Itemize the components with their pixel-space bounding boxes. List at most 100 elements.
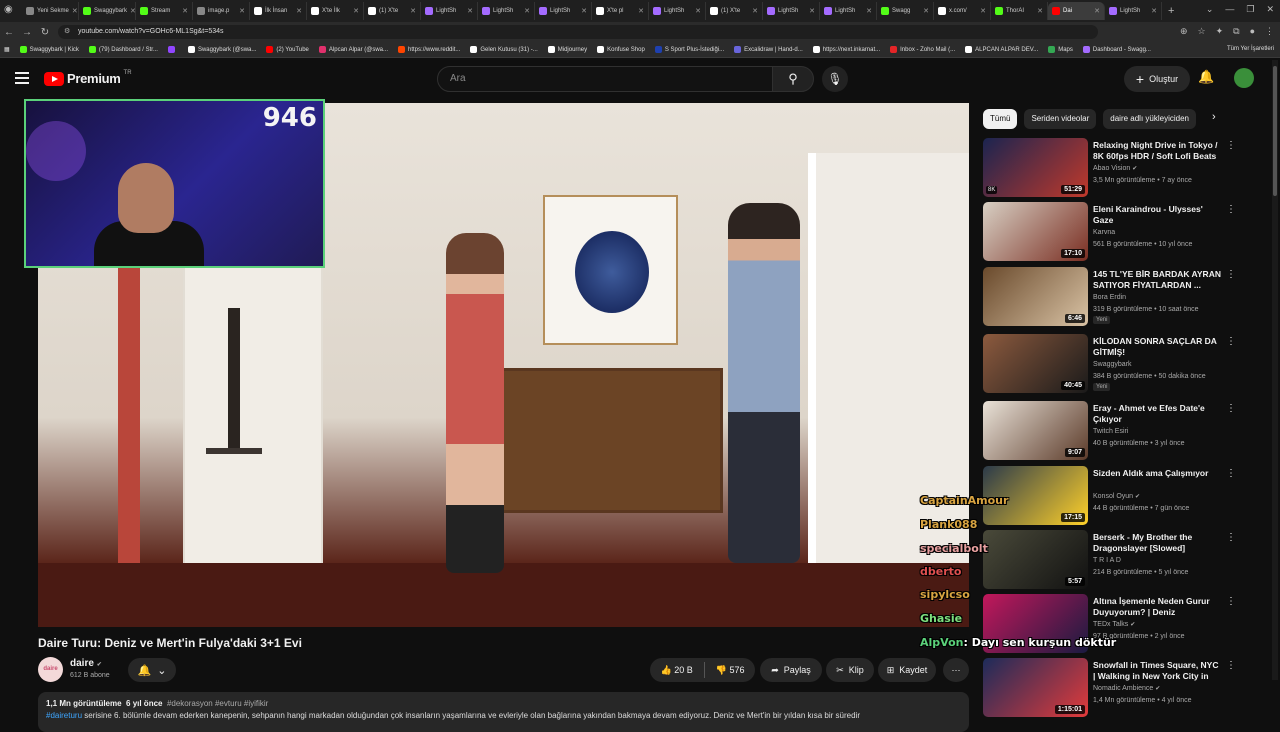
video-thumbnail[interactable]: 1:15:01 bbox=[983, 658, 1088, 717]
recommendation-title[interactable]: Relaxing Night Drive in Tokyo / 8K 60fps… bbox=[1093, 140, 1223, 162]
recommendation-item[interactable]: 8K 51:29 Relaxing Night Drive in Tokyo / 8… bbox=[983, 138, 1243, 198]
forward-icon[interactable]: → bbox=[18, 27, 36, 38]
recommendation-item[interactable]: 1:15:01 Snowfall in Times Square, NYC | W… bbox=[983, 658, 1243, 718]
chat-username[interactable]: sipylcso bbox=[920, 588, 970, 601]
account-avatar[interactable] bbox=[1234, 68, 1254, 88]
chat-username[interactable]: specialbolt bbox=[920, 542, 988, 555]
tab-close-icon[interactable]: ✕ bbox=[296, 7, 302, 15]
subscribed-bell-button[interactable]: 🔔 ⌄ bbox=[128, 658, 176, 682]
recommendation-item[interactable]: 6:46 145 TL'YE BİR BARDAK AYRAN SATIYOR F… bbox=[983, 267, 1243, 327]
url-field[interactable]: ⚙ youtube.com/watch?v=GOHc6-ML1Sg&t=534s bbox=[58, 25, 1098, 39]
tab-search-icon[interactable]: ⌄ bbox=[1206, 4, 1214, 15]
tab-close-icon[interactable]: ✕ bbox=[182, 7, 188, 15]
recommendation-channel[interactable]: Twitch Esiri bbox=[1093, 428, 1128, 435]
tab-close-icon[interactable]: ✕ bbox=[866, 7, 872, 15]
recommendation-item[interactable]: 17:10 Eleni Karaindrou - Ulysses' Gaze Kar… bbox=[983, 202, 1243, 262]
recommendation-title[interactable]: Sizden Aldık ama Çalışmıyor bbox=[1093, 468, 1223, 479]
clip-button[interactable]: ✂ Klip bbox=[826, 658, 874, 682]
bookmark-item[interactable]: https://www.reddit... bbox=[398, 46, 460, 53]
description-box[interactable]: 1,1 Mn görüntüleme 6 yıl önce #dekorasyo… bbox=[38, 692, 969, 732]
tab-close-icon[interactable]: ✕ bbox=[353, 7, 359, 15]
scrollbar-thumb[interactable] bbox=[1273, 66, 1277, 196]
browser-tab[interactable]: LightSh ✕ bbox=[649, 2, 706, 20]
description-hashtag[interactable]: #daireturu bbox=[46, 711, 82, 720]
more-options-icon[interactable]: ⋮ bbox=[1226, 140, 1236, 151]
tab-close-icon[interactable]: ✕ bbox=[980, 7, 986, 15]
filter-chip[interactable]: Tümü bbox=[983, 109, 1018, 129]
recommendation-channel[interactable]: Swaggybark bbox=[1093, 361, 1132, 368]
maximize-icon[interactable]: ❐ bbox=[1246, 4, 1254, 15]
bookmark-item[interactable]: ALPCAN ALPAR DEV... bbox=[965, 46, 1038, 53]
bookmark-item[interactable]: Alpcan Alpar (@swa... bbox=[318, 46, 388, 53]
video-thumbnail[interactable]: 17:10 bbox=[983, 202, 1088, 261]
menu-icon[interactable] bbox=[15, 72, 29, 84]
bookmark-item[interactable] bbox=[167, 46, 178, 53]
tab-close-icon[interactable]: ✕ bbox=[72, 7, 78, 15]
window-menu-icon[interactable]: ◉ bbox=[4, 4, 18, 18]
bookmark-item[interactable]: Swaggybark | Kick bbox=[19, 46, 79, 53]
extensions-puzzle-icon[interactable]: ⧉ bbox=[1233, 26, 1239, 37]
tab-close-icon[interactable]: ✕ bbox=[467, 7, 473, 15]
more-options-icon[interactable]: ⋮ bbox=[1226, 532, 1236, 543]
bookmark-item[interactable]: Swaggybark (@swa... bbox=[187, 46, 256, 53]
browser-tab[interactable]: (1) X'te ✕ bbox=[706, 2, 763, 20]
site-info-icon[interactable]: ⚙ bbox=[64, 25, 70, 39]
browser-menu-icon[interactable]: ⋮ bbox=[1265, 26, 1274, 37]
more-options-icon[interactable]: ⋮ bbox=[1226, 596, 1236, 607]
channel-name[interactable]: daire ✔ bbox=[70, 658, 102, 669]
search-button[interactable]: ⚲ bbox=[772, 66, 814, 92]
filter-chip[interactable]: daire adlı yükleyiciden bbox=[1103, 109, 1196, 129]
bookmark-item[interactable]: Excalidraw | Hand-d... bbox=[734, 46, 803, 53]
zoom-icon[interactable]: ⊕ bbox=[1180, 26, 1188, 37]
all-bookmarks-link[interactable]: Tüm Yer İşaretleri bbox=[1227, 46, 1274, 52]
recommendation-title[interactable]: Eleni Karaindrou - Ulysses' Gaze bbox=[1093, 204, 1223, 226]
dislike-button[interactable]: 👎 576 bbox=[716, 665, 745, 676]
bookmark-item[interactable]: Konfuse Shop bbox=[597, 46, 645, 53]
reload-icon[interactable]: ↻ bbox=[36, 27, 54, 38]
bookmark-item[interactable]: (79) Dashboard / Str... bbox=[88, 46, 158, 53]
chat-username[interactable]: AlpVon bbox=[920, 636, 963, 649]
browser-tab[interactable]: image.p ✕ bbox=[193, 2, 250, 20]
more-options-icon[interactable]: ⋮ bbox=[1226, 204, 1236, 215]
browser-tab[interactable]: (1) X'te ✕ bbox=[364, 2, 421, 20]
video-thumbnail[interactable]: 9:07 bbox=[983, 401, 1088, 460]
tab-close-icon[interactable]: ✕ bbox=[809, 7, 815, 15]
apps-icon[interactable]: ▦ bbox=[4, 46, 10, 53]
recommendation-title[interactable]: 145 TL'YE BİR BARDAK AYRAN SATIYOR FİYAT… bbox=[1093, 269, 1223, 291]
tab-close-icon[interactable]: ✕ bbox=[695, 7, 701, 15]
filter-chip[interactable]: Seriden videolar bbox=[1024, 109, 1097, 129]
browser-tab[interactable]: İlk İnsan ✕ bbox=[250, 2, 307, 20]
chat-username[interactable]: dberto bbox=[920, 565, 961, 578]
recommendation-channel[interactable]: Karvna bbox=[1093, 229, 1115, 236]
more-actions-button[interactable]: ⋯ bbox=[943, 658, 969, 682]
like-button[interactable]: 👍 20 B bbox=[660, 665, 692, 676]
browser-tab[interactable]: LightSh ✕ bbox=[820, 2, 877, 20]
save-button[interactable]: ⊞ Kaydet bbox=[878, 658, 936, 682]
bookmark-item[interactable]: (2) YouTube bbox=[266, 46, 309, 53]
browser-tab[interactable]: LightSh ✕ bbox=[1105, 2, 1162, 20]
recommendation-title[interactable]: Eray - Ahmet ve Efes Date'e Çıkıyor bbox=[1093, 403, 1223, 425]
tab-close-icon[interactable]: ✕ bbox=[923, 7, 929, 15]
tab-close-icon[interactable]: ✕ bbox=[239, 7, 245, 15]
minimize-icon[interactable]: — bbox=[1225, 4, 1234, 15]
close-window-icon[interactable]: ✕ bbox=[1266, 4, 1274, 15]
page-scrollbar[interactable] bbox=[1272, 60, 1278, 680]
more-options-icon[interactable]: ⋮ bbox=[1226, 468, 1236, 479]
browser-tab[interactable]: Stream ✕ bbox=[136, 2, 193, 20]
tab-close-icon[interactable]: ✕ bbox=[410, 7, 416, 15]
video-thumbnail[interactable]: 6:46 bbox=[983, 267, 1088, 326]
bookmark-item[interactable]: Gelen Kutusu (31) -... bbox=[470, 46, 538, 53]
voice-search-button[interactable]: 🎙 bbox=[822, 66, 848, 92]
video-tags[interactable]: #dekorasyon #evturu #iyifikir bbox=[167, 699, 268, 708]
recommendation-channel[interactable]: Bora Erdin bbox=[1093, 294, 1126, 301]
more-options-icon[interactable]: ⋮ bbox=[1226, 269, 1236, 280]
recommendation-item[interactable]: 40:45 KİLODAN SONRA SAÇLAR DA GİTMİŞ! Swag… bbox=[983, 334, 1243, 394]
bookmark-star-icon[interactable]: ☆ bbox=[1198, 26, 1206, 37]
bookmark-item[interactable]: Midjourney bbox=[547, 46, 587, 53]
new-tab-icon[interactable]: + bbox=[1162, 5, 1180, 17]
tab-close-icon[interactable]: ✕ bbox=[581, 7, 587, 15]
browser-tab[interactable]: LightSh ✕ bbox=[421, 2, 478, 20]
youtube-logo[interactable]: Premium TR bbox=[44, 70, 132, 86]
bookmark-item[interactable]: https://next.inkarnat... bbox=[812, 46, 880, 53]
recommendation-title[interactable]: Snowfall in Times Square, NYC | Walking … bbox=[1093, 660, 1223, 684]
